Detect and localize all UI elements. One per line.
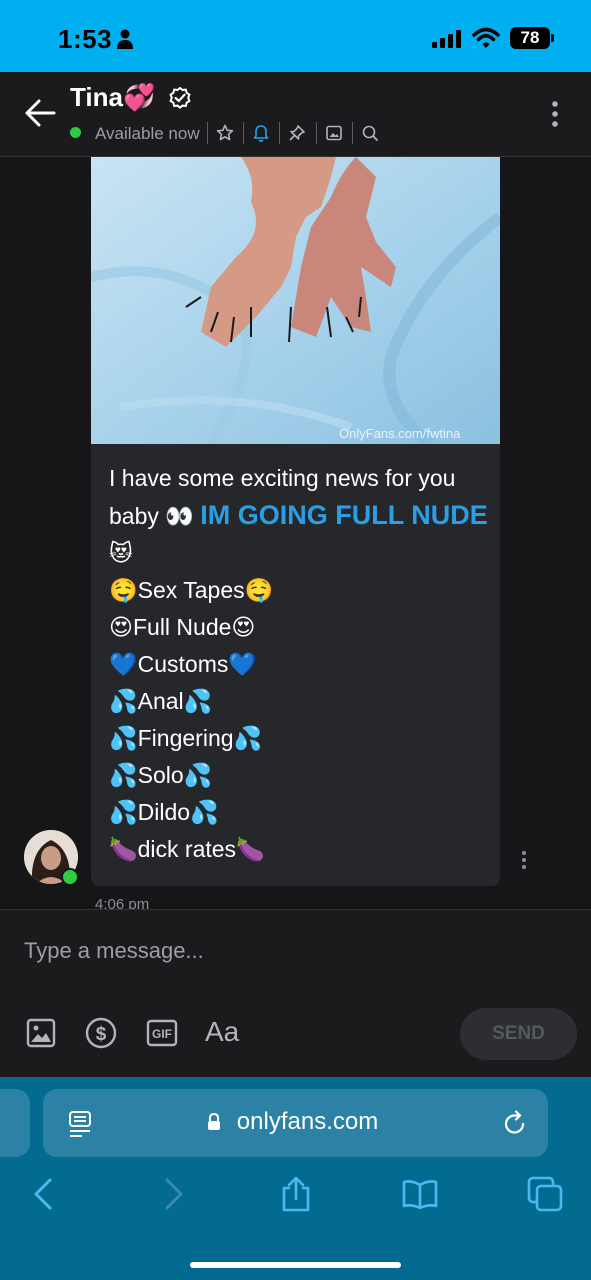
- send-button[interactable]: SEND: [460, 1008, 577, 1060]
- home-indicator: [190, 1262, 401, 1268]
- message-highlight: IM GOING FULL NUDE: [200, 500, 488, 530]
- svg-text:$: $: [96, 1024, 107, 1045]
- list-item: 💦Solo💦: [109, 762, 213, 788]
- signal-icon: [432, 30, 461, 48]
- avatar-online-dot: [61, 868, 79, 886]
- pin-icon[interactable]: [288, 124, 306, 142]
- contact-name-text: Tina: [70, 82, 123, 112]
- reload-icon[interactable]: [503, 1110, 527, 1136]
- availability-status: Available now: [95, 124, 200, 143]
- bell-icon[interactable]: [252, 124, 270, 142]
- more-vert-icon[interactable]: [550, 100, 560, 128]
- battery-nub: [551, 34, 554, 42]
- online-dot: [70, 127, 81, 138]
- status-time: 1:53: [58, 24, 113, 54]
- person-icon: [117, 29, 133, 49]
- message-input[interactable]: Type a message...: [24, 938, 204, 964]
- back-icon[interactable]: [26, 1176, 62, 1212]
- list-item: 😍Full Nude😍: [109, 614, 256, 640]
- forward-icon[interactable]: [155, 1176, 191, 1212]
- message-highlight-emoji: 😻: [109, 540, 133, 566]
- message-text: I have some exciting news for you baby 👀…: [109, 460, 494, 868]
- back-arrow-icon[interactable]: [24, 98, 56, 128]
- photo-watermark: OnlyFans.com/fwtina: [339, 426, 461, 441]
- divider: [207, 122, 208, 144]
- text-format-button[interactable]: Aa: [205, 1016, 239, 1048]
- share-icon[interactable]: [278, 1176, 314, 1212]
- gallery-icon[interactable]: [325, 124, 343, 142]
- lock-icon: [208, 1113, 220, 1130]
- list-item: 💙Customs💙: [109, 651, 258, 677]
- tabs-icon[interactable]: [527, 1176, 563, 1212]
- contact-name-emoji: 💞: [122, 82, 156, 112]
- image-icon[interactable]: [24, 1016, 58, 1050]
- divider: [279, 122, 280, 144]
- list-item: 💦Fingering💦: [109, 725, 263, 751]
- message-more-icon[interactable]: [521, 850, 527, 870]
- verified-icon: [169, 86, 191, 109]
- list-item: 🤤Sex Tapes🤤: [109, 577, 274, 603]
- dollar-icon[interactable]: $: [84, 1016, 118, 1050]
- message-timestamp: 4:06 pm: [95, 896, 150, 909]
- divider: [243, 122, 244, 144]
- divider: [316, 122, 317, 144]
- search-icon[interactable]: [361, 124, 379, 142]
- battery-indicator: 78: [510, 27, 550, 49]
- contact-name[interactable]: Tina💞: [70, 82, 155, 113]
- message-photo[interactable]: OnlyFans.com/fwtina: [91, 157, 500, 444]
- gif-icon[interactable]: GIF: [145, 1016, 179, 1050]
- url-value: onlyfans.com: [236, 1108, 379, 1135]
- divider: [352, 122, 353, 144]
- list-item: 💦Dildo💦: [109, 799, 219, 825]
- star-icon[interactable]: [216, 124, 234, 142]
- list-item: 🍆dick rates🍆: [109, 836, 265, 862]
- wifi-icon: [472, 27, 500, 48]
- svg-text:GIF: GIF: [152, 1027, 172, 1041]
- list-item: 💦Anal💦: [109, 688, 213, 714]
- bookmarks-icon[interactable]: [402, 1176, 438, 1212]
